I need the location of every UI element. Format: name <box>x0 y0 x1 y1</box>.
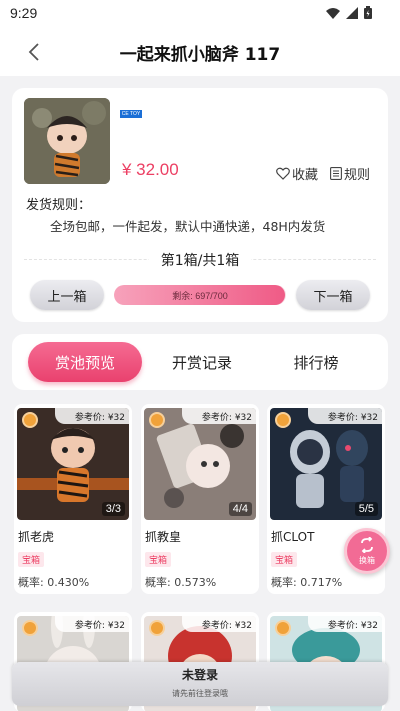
prize-probability: 概率: 0.717% <box>271 576 343 589</box>
tab-prize-pool[interactable]: 赏池预览 <box>28 342 142 382</box>
ref-price-label: 参考价: ¥32 <box>327 413 378 423</box>
rules-button[interactable]: 规则 <box>330 164 370 183</box>
badge-icon <box>275 620 291 636</box>
status-bar: 9:29 <box>0 0 400 28</box>
tab-draw-records[interactable]: 开赏记录 <box>152 342 252 382</box>
tab-ranking[interactable]: 排行榜 <box>266 342 366 382</box>
brand-logo: CE TOY <box>120 110 142 118</box>
ref-price-label: 参考价: ¥32 <box>201 413 252 423</box>
signal-icon <box>346 6 358 19</box>
prize-name: 抓CLOT <box>271 530 315 544</box>
product-card: CE TOY ¥ 32.00 收藏 规则 发货规则： 全场包邮，一件起发，默认中… <box>12 88 388 322</box>
prize-tag: 宝箱 <box>145 552 172 567</box>
ref-price-label: 参考价: ¥32 <box>327 621 378 631</box>
login-banner[interactable]: 未登录 请先前往登录哦 <box>12 662 388 706</box>
price: ¥ 32.00 <box>122 160 179 179</box>
prize-name: 抓老虎 <box>18 530 55 544</box>
favorite-label: 收藏 <box>292 168 319 183</box>
ref-price-label: 参考价: ¥32 <box>74 413 125 423</box>
prize-image: 参考价: ¥32 5/5 <box>270 408 382 520</box>
prize-tag: 宝箱 <box>271 552 298 567</box>
battery-icon <box>364 6 372 19</box>
rules-label: 规则 <box>344 168 371 183</box>
remaining-text: 剩余: 697/700 <box>172 291 228 301</box>
prize-image: 参考价: ¥32 4/4 <box>144 408 256 520</box>
ref-price-label: 参考价: ¥32 <box>201 621 252 631</box>
prize-count: 5/5 <box>354 502 378 516</box>
prev-box-button[interactable]: 上一箱 <box>30 280 104 310</box>
badge-icon <box>149 412 165 428</box>
figure-illustration <box>24 98 110 184</box>
prize-tag: 宝箱 <box>18 552 45 567</box>
ref-price-label: 参考价: ¥32 <box>74 621 125 631</box>
page-title: 一起来抓小脑斧 117 <box>119 45 281 65</box>
remaining-progress: 剩余: 697/700 <box>114 285 286 305</box>
prize-count: 3/3 <box>101 502 125 516</box>
swap-label: 换箱 <box>359 556 375 565</box>
heart-icon <box>276 167 290 180</box>
shipping-text: 全场包邮，一件起发，默认中通快递，48H内发货 <box>50 219 326 234</box>
badge-icon <box>149 620 165 636</box>
prize-probability: 概率: 0.573% <box>145 576 217 589</box>
badge-icon <box>22 412 38 428</box>
shipping-label: 发货规则： <box>26 198 92 213</box>
box-info-text: 第1箱/共1箱 <box>148 253 252 269</box>
prize-count: 4/4 <box>228 502 252 516</box>
badge-icon <box>22 620 38 636</box>
wifi-icon <box>326 7 340 19</box>
prize-card[interactable]: 参考价: ¥32 4/4 抓教皇 宝箱 概率: 0.573% <box>141 404 259 594</box>
login-title: 未登录 <box>181 668 218 682</box>
nav-bar: 一起来抓小脑斧 117 <box>0 28 400 76</box>
tab-bar: 赏池预览 开赏记录 排行榜 <box>12 334 388 390</box>
next-box-button[interactable]: 下一箱 <box>296 280 370 310</box>
login-subtitle: 请先前往登录哦 <box>172 689 228 698</box>
swap-box-button[interactable]: 换箱 <box>344 528 390 574</box>
prize-name: 抓教皇 <box>145 530 182 544</box>
prize-card[interactable]: 参考价: ¥32 3/3 抓老虎 宝箱 概率: 0.430% <box>14 404 132 594</box>
swap-icon <box>361 536 373 554</box>
product-image[interactable] <box>24 98 110 184</box>
prize-probability: 概率: 0.430% <box>18 576 90 589</box>
status-time: 9:29 <box>10 5 38 21</box>
list-icon <box>330 167 342 180</box>
badge-icon <box>275 412 291 428</box>
favorite-button[interactable]: 收藏 <box>276 164 318 183</box>
status-icons <box>326 6 372 19</box>
box-info: 第1箱/共1箱 <box>12 250 388 270</box>
prize-image: 参考价: ¥32 3/3 <box>17 408 129 520</box>
